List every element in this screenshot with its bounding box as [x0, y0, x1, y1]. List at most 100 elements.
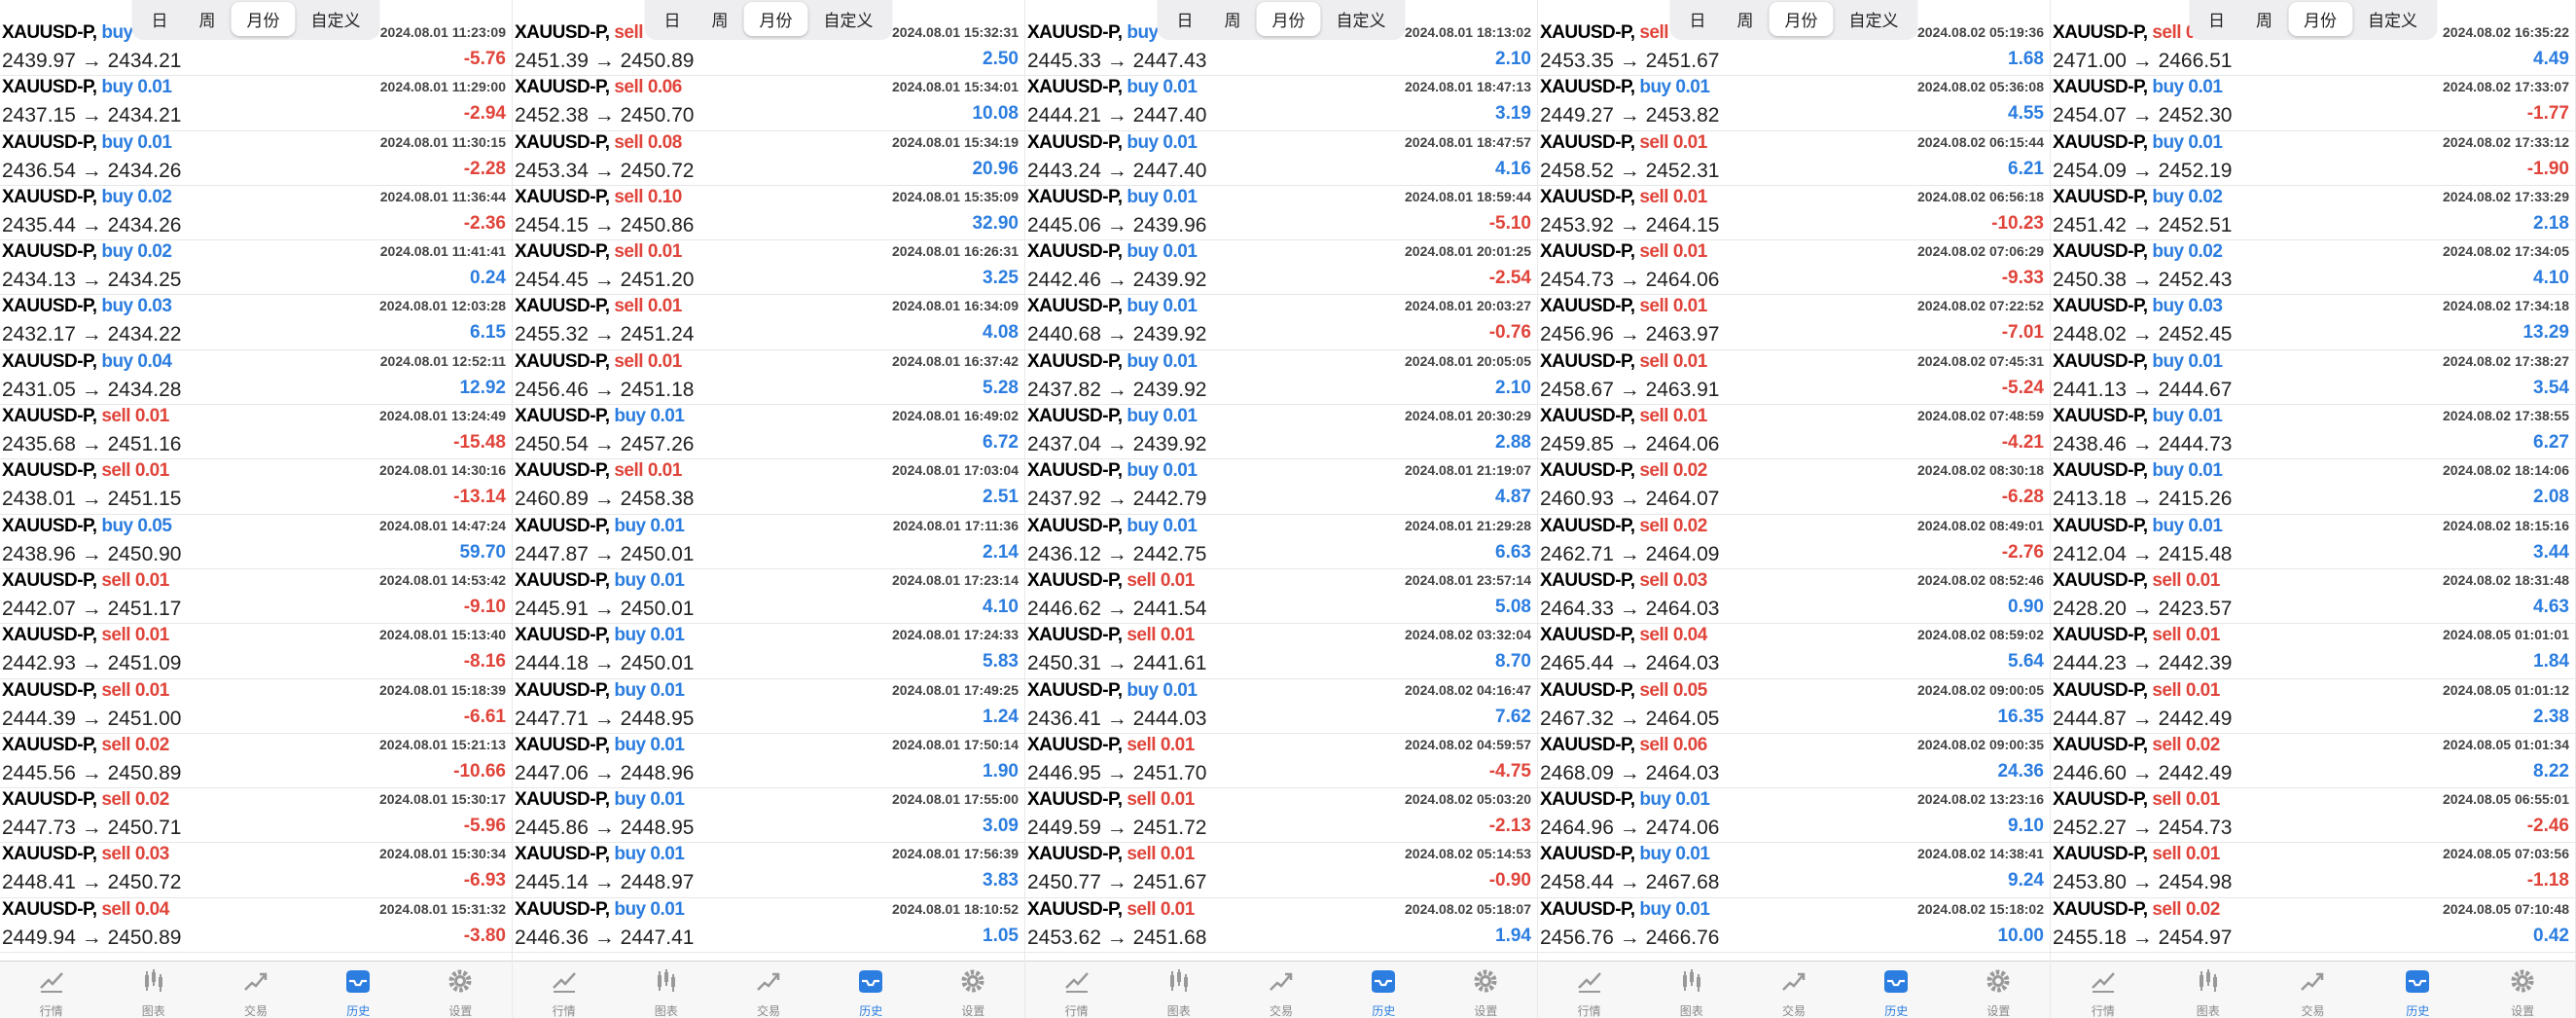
tab-period[interactable]: 月份: [1769, 2, 1834, 36]
trade-row[interactable]: XAUUSD-P, buy 0.01 2446.36 → 2447.41 2024.…: [513, 898, 1024, 954]
trade-row[interactable]: XAUUSD-P, sell 0.01 2438.01 → 2451.15 2024…: [0, 459, 512, 515]
nav-item[interactable]: 行情: [1025, 962, 1127, 1018]
nav-item[interactable]: 交易: [717, 962, 819, 1018]
trade-row[interactable]: XAUUSD-P, sell 0.01 2456.46 → 2451.18 2024…: [513, 350, 1024, 406]
trade-row[interactable]: XAUUSD-P, sell 0.01 2454.45 → 2451.20 2024…: [513, 240, 1024, 296]
trade-row[interactable]: XAUUSD-P, buy 0.01 2444.18 → 2450.01 2024.…: [513, 624, 1024, 679]
tab-period[interactable]: 自定义: [1834, 2, 1914, 36]
nav-item[interactable]: 历史: [1333, 962, 1435, 1018]
trade-row[interactable]: XAUUSD-P, buy 0.01 2442.46 → 2439.92 2024.…: [1025, 240, 1537, 296]
nav-item[interactable]: 设置: [1435, 962, 1537, 1018]
trade-row[interactable]: XAUUSD-P, buy 0.01 2447.87 → 2450.01 2024.…: [513, 515, 1024, 569]
tab-period[interactable]: 日: [136, 2, 184, 36]
trade-row[interactable]: XAUUSD-P, buy 0.01 2447.06 → 2448.96 2024.…: [513, 734, 1024, 789]
trade-row[interactable]: XAUUSD-P, buy 0.01 2464.96 → 2474.06 2024.…: [1538, 788, 2050, 844]
nav-item[interactable]: 交易: [2261, 962, 2366, 1018]
trade-row[interactable]: XAUUSD-P, buy 0.04 2431.05 → 2434.28 2024.…: [0, 350, 512, 406]
trade-row[interactable]: XAUUSD-P, sell 0.02 2460.93 → 2464.07 2024…: [1538, 459, 2050, 515]
trade-row[interactable]: XAUUSD-P, sell 0.01 2452.27 → 2454.73 2024…: [2051, 788, 2575, 844]
nav-item[interactable]: 历史: [820, 962, 922, 1018]
tab-period[interactable]: 周: [1209, 2, 1257, 36]
tab-period[interactable]: 月份: [1256, 2, 1321, 36]
nav-item[interactable]: 图表: [1127, 962, 1230, 1018]
tab-period[interactable]: 自定义: [808, 2, 889, 36]
trade-row[interactable]: XAUUSD-P, sell 0.01 2449.59 → 2451.72 2024…: [1025, 788, 1537, 844]
trade-row[interactable]: XAUUSD-P, sell 0.01 2446.95 → 2451.70 2024…: [1025, 734, 1537, 789]
trade-row[interactable]: XAUUSD-P, buy 0.03 2448.02 → 2452.45 2024.…: [2051, 295, 2575, 350]
trade-row[interactable]: XAUUSD-P, buy 0.01 2449.27 → 2453.82 2024.…: [1538, 76, 2050, 131]
trade-row[interactable]: XAUUSD-P, buy 0.01 2437.15 → 2434.21 2024.…: [0, 76, 512, 131]
trade-row[interactable]: XAUUSD-P, buy 0.01 2447.71 → 2448.95 2024.…: [513, 679, 1024, 734]
trade-row[interactable]: XAUUSD-P, sell 0.01 2450.31 → 2441.61 2024…: [1025, 624, 1537, 679]
trade-row[interactable]: XAUUSD-P, buy 0.05 2438.96 → 2450.90 2024.…: [0, 515, 512, 569]
nav-item[interactable]: 历史: [2365, 962, 2470, 1018]
trade-row[interactable]: XAUUSD-P, sell 0.01 2442.07 → 2451.17 2024…: [0, 569, 512, 625]
trade-row[interactable]: XAUUSD-P, buy 0.01 2454.07 → 2452.30 2024.…: [2051, 76, 2575, 131]
trade-row[interactable]: XAUUSD-P, sell 0.01 2460.89 → 2458.38 2024…: [513, 459, 1024, 515]
nav-item[interactable]: 历史: [307, 962, 410, 1018]
trade-row[interactable]: XAUUSD-P, sell 0.01 2454.73 → 2464.06 2024…: [1538, 240, 2050, 296]
nav-item[interactable]: 设置: [1948, 962, 2050, 1018]
nav-item[interactable]: 历史: [1845, 962, 1948, 1018]
trade-row[interactable]: XAUUSD-P, buy 0.01 2440.68 → 2439.92 2024.…: [1025, 295, 1537, 350]
trade-row[interactable]: XAUUSD-P, sell 0.01 2444.87 → 2442.49 2024…: [2051, 679, 2575, 734]
trade-row[interactable]: XAUUSD-P, sell 0.01 2456.96 → 2463.97 2024…: [1538, 295, 2050, 350]
tab-period[interactable]: 日: [649, 2, 697, 36]
trade-row[interactable]: XAUUSD-P, buy 0.01 2456.76 → 2466.76 2024.…: [1538, 898, 2050, 954]
trade-row[interactable]: XAUUSD-P, sell 0.01 2459.85 → 2464.06 2024…: [1538, 405, 2050, 460]
nav-item[interactable]: 交易: [204, 962, 306, 1018]
tab-period[interactable]: 周: [697, 2, 744, 36]
trade-row[interactable]: XAUUSD-P, sell 0.06 2452.38 → 2450.70 2024…: [513, 76, 1024, 131]
trade-row[interactable]: XAUUSD-P, sell 0.08 2453.34 → 2450.72 2024…: [513, 131, 1024, 186]
tab-period[interactable]: 自定义: [1321, 2, 1402, 36]
tab-period[interactable]: 日: [1674, 2, 1722, 36]
tab-period[interactable]: 周: [1722, 2, 1770, 36]
trade-row[interactable]: XAUUSD-P, sell 0.02 2445.56 → 2450.89 2024…: [0, 734, 512, 789]
nav-item[interactable]: 行情: [2051, 962, 2156, 1018]
nav-item[interactable]: 图表: [1640, 962, 1742, 1018]
trade-row[interactable]: XAUUSD-P, buy 0.01 2454.09 → 2452.19 2024.…: [2051, 131, 2575, 186]
nav-item[interactable]: 行情: [0, 962, 102, 1018]
nav-item[interactable]: 设置: [410, 962, 512, 1018]
trade-row[interactable]: XAUUSD-P, sell 0.01 2458.67 → 2463.91 2024…: [1538, 350, 2050, 406]
trade-row[interactable]: XAUUSD-P, buy 0.01 2413.18 → 2415.26 2024.…: [2051, 459, 2575, 515]
trade-row[interactable]: XAUUSD-P, sell 0.01 2455.32 → 2451.24 2024…: [513, 295, 1024, 350]
nav-item[interactable]: 交易: [1230, 962, 1332, 1018]
nav-item[interactable]: 交易: [1742, 962, 1844, 1018]
tab-period[interactable]: 月份: [2288, 2, 2352, 36]
trade-row[interactable]: XAUUSD-P, buy 0.01 2445.91 → 2450.01 2024.…: [513, 569, 1024, 625]
trade-row[interactable]: XAUUSD-P, buy 0.01 2437.04 → 2439.92 2024.…: [1025, 405, 1537, 460]
nav-item[interactable]: 行情: [1538, 962, 1640, 1018]
trade-row[interactable]: XAUUSD-P, buy 0.02 2434.13 → 2434.25 2024.…: [0, 240, 512, 296]
trade-row[interactable]: XAUUSD-P, buy 0.02 2435.44 → 2434.26 2024.…: [0, 186, 512, 241]
trade-row[interactable]: XAUUSD-P, sell 0.01 2450.77 → 2451.67 2024…: [1025, 843, 1537, 898]
trade-row[interactable]: XAUUSD-P, buy 0.01 2437.92 → 2442.79 2024.…: [1025, 459, 1537, 515]
trade-row[interactable]: XAUUSD-P, buy 0.01 2437.82 → 2439.92 2024.…: [1025, 350, 1537, 406]
trade-row[interactable]: XAUUSD-P, sell 0.01 2453.80 → 2454.98 2024…: [2051, 843, 2575, 898]
trade-row[interactable]: XAUUSD-P, sell 0.01 2435.68 → 2451.16 2024…: [0, 405, 512, 460]
trade-row[interactable]: XAUUSD-P, buy 0.01 2445.06 → 2439.96 2024.…: [1025, 186, 1537, 241]
trade-row[interactable]: XAUUSD-P, sell 0.06 2468.09 → 2464.03 2024…: [1538, 734, 2050, 789]
trade-row[interactable]: XAUUSD-P, sell 0.01 2446.62 → 2441.54 2024…: [1025, 569, 1537, 625]
trade-row[interactable]: XAUUSD-P, sell 0.02 2447.73 → 2450.71 2024…: [0, 788, 512, 844]
trade-row[interactable]: XAUUSD-P, buy 0.01 2436.41 → 2444.03 2024.…: [1025, 679, 1537, 734]
tab-period[interactable]: 自定义: [2352, 2, 2433, 36]
tab-period[interactable]: 周: [2240, 2, 2288, 36]
nav-item[interactable]: 设置: [922, 962, 1024, 1018]
trade-row[interactable]: XAUUSD-P, sell 0.01 2453.92 → 2464.15 2024…: [1538, 186, 2050, 241]
trade-row[interactable]: XAUUSD-P, buy 0.01 2438.46 → 2444.73 2024.…: [2051, 405, 2575, 460]
trade-row[interactable]: XAUUSD-P, sell 0.04 2465.44 → 2464.03 2024…: [1538, 624, 2050, 679]
nav-item[interactable]: 行情: [513, 962, 615, 1018]
trade-row[interactable]: XAUUSD-P, sell 0.02 2462.71 → 2464.09 2024…: [1538, 515, 2050, 569]
trade-row[interactable]: XAUUSD-P, buy 0.01 2445.86 → 2448.95 2024.…: [513, 788, 1024, 844]
trade-row[interactable]: XAUUSD-P, buy 0.02 2451.42 → 2452.51 2024.…: [2051, 186, 2575, 241]
nav-item[interactable]: 设置: [2470, 962, 2575, 1018]
trade-row[interactable]: XAUUSD-P, sell 0.04 2449.94 → 2450.89 2024…: [0, 898, 512, 954]
trade-row[interactable]: XAUUSD-P, buy 0.01 2412.04 → 2415.48 2024.…: [2051, 515, 2575, 569]
trade-row[interactable]: XAUUSD-P, sell 0.01 2444.23 → 2442.39 2024…: [2051, 624, 2575, 679]
trade-row[interactable]: XAUUSD-P, buy 0.01 2436.12 → 2442.75 2024.…: [1025, 515, 1537, 569]
tab-period[interactable]: 月份: [743, 2, 808, 36]
trade-row[interactable]: XAUUSD-P, buy 0.01 2441.13 → 2444.67 2024.…: [2051, 350, 2575, 406]
trade-row[interactable]: XAUUSD-P, buy 0.01 2443.24 → 2447.40 2024.…: [1025, 131, 1537, 186]
tab-period[interactable]: 周: [184, 2, 232, 36]
